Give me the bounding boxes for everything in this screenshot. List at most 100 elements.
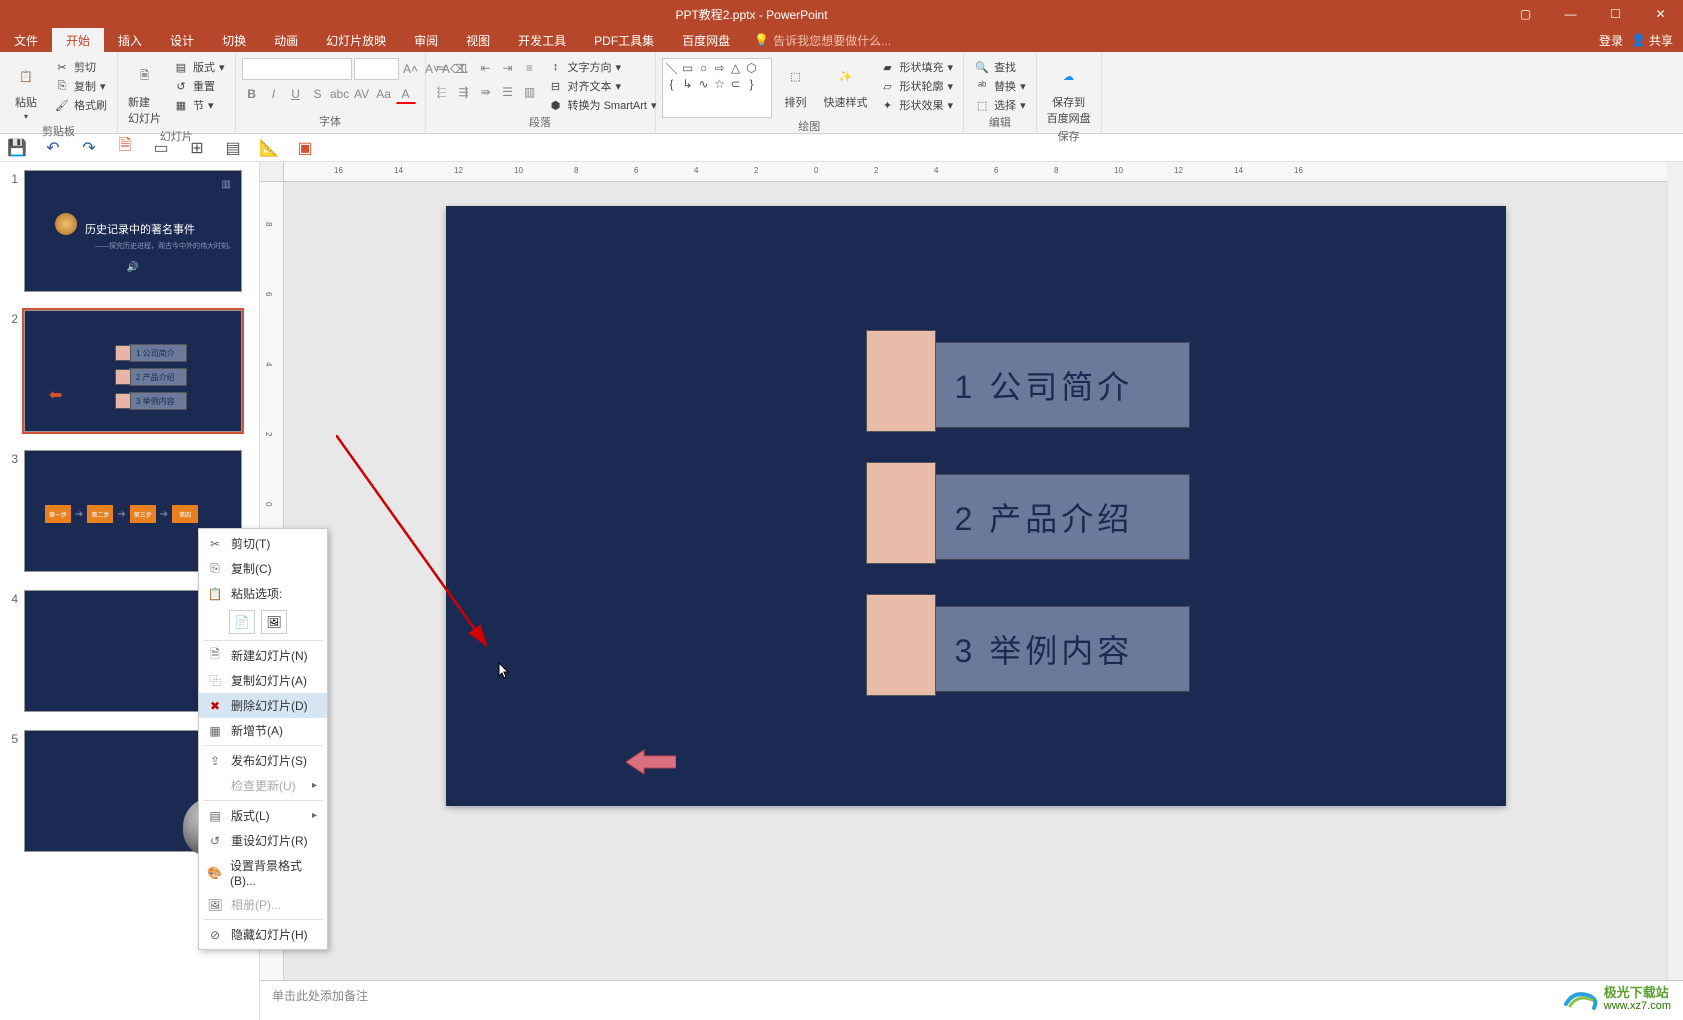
ribbon-display-options[interactable]: ▢ xyxy=(1503,0,1548,28)
tab-review[interactable]: 审阅 xyxy=(400,28,452,52)
slide-canvas[interactable]: 1 公司简介 2 产品介绍 3 举例内容 xyxy=(446,206,1506,806)
shape-line-icon[interactable]: ＼ xyxy=(665,61,679,75)
font-family-combo[interactable] xyxy=(242,58,352,80)
content-item-3[interactable]: 3 举例内容 xyxy=(930,606,1190,692)
qat-layout-button[interactable]: ▤ xyxy=(222,137,244,159)
shape-curve-icon[interactable]: ∿ xyxy=(697,77,711,91)
qat-preview-button[interactable]: ▭ xyxy=(150,137,172,159)
replace-button[interactable]: ᵃᵇ替换 ▾ xyxy=(970,77,1030,95)
section-button[interactable]: ▦节 ▾ xyxy=(169,96,229,114)
shape-outline-button[interactable]: ▱形状轮廓 ▾ xyxy=(876,77,958,95)
format-painter-button[interactable]: 🖌格式刷 xyxy=(50,96,111,114)
shape-arrow-icon[interactable]: ⇨ xyxy=(713,61,727,75)
find-button[interactable]: 🔍查找 xyxy=(970,58,1030,76)
cm-reset-slide[interactable]: ↺重设幻灯片(R) xyxy=(199,828,327,853)
cm-new-section[interactable]: ▦新增节(A) xyxy=(199,718,327,743)
bold-button[interactable]: B xyxy=(242,84,262,104)
bullets-button[interactable]: ≔ xyxy=(432,58,452,78)
tab-pdf[interactable]: PDF工具集 xyxy=(580,28,668,52)
align-center-button[interactable]: ⇶ xyxy=(454,82,474,102)
tab-home[interactable]: 开始 xyxy=(52,28,104,52)
strikethrough-button[interactable]: S xyxy=(308,84,328,104)
cm-cut[interactable]: ✂剪切(T) xyxy=(199,531,327,556)
qat-ruler-button[interactable]: 📐 xyxy=(258,137,280,159)
underline-button[interactable]: U xyxy=(286,84,306,104)
decorative-square[interactable] xyxy=(866,594,936,696)
share-button[interactable]: 👤 共享 xyxy=(1631,32,1673,49)
cm-delete-slide[interactable]: ✖删除幻灯片(D) xyxy=(199,693,327,718)
qat-play-button[interactable]: ▣ xyxy=(294,137,316,159)
text-direction-button[interactable]: ↕文字方向 ▾ xyxy=(544,58,661,76)
slide-canvas-area[interactable]: 1 公司简介 2 产品介绍 3 举例内容 xyxy=(284,182,1667,980)
shape-brace-icon[interactable]: { xyxy=(665,77,679,91)
align-left-button[interactable]: ⬱ xyxy=(432,82,452,102)
increase-indent-button[interactable]: ⇥ xyxy=(498,58,518,78)
save-to-baidu-button[interactable]: ☁ 保存到 百度网盘 xyxy=(1043,58,1095,128)
tab-animations[interactable]: 动画 xyxy=(260,28,312,52)
tab-design[interactable]: 设计 xyxy=(156,28,208,52)
justify-button[interactable]: ☰ xyxy=(498,82,518,102)
arrange-button[interactable]: ⬚ 排列 xyxy=(776,58,816,112)
shape-oval-icon[interactable]: ○ xyxy=(697,61,711,75)
paste-option-2[interactable]: 🖼 xyxy=(261,610,287,634)
vertical-scrollbar[interactable] xyxy=(1667,182,1683,980)
maximize-button[interactable]: ☐ xyxy=(1593,0,1638,28)
minimize-button[interactable]: — xyxy=(1548,0,1593,28)
content-item-1[interactable]: 1 公司简介 xyxy=(930,342,1190,428)
copy-button[interactable]: ⎘复制 ▾ xyxy=(50,77,111,95)
cm-hide-slide[interactable]: ⊘隐藏幻灯片(H) xyxy=(199,922,327,947)
columns-button[interactable]: ▥ xyxy=(520,82,540,102)
quick-styles-button[interactable]: ✨ 快速样式 xyxy=(820,58,872,112)
font-size-combo[interactable] xyxy=(354,58,399,80)
shapes-gallery[interactable]: ＼ ▭ ○ ⇨ △ ⬡ { ↳ ∿ ☆ ⊂ } xyxy=(662,58,772,118)
save-button[interactable]: 💾 xyxy=(6,137,28,159)
tab-transitions[interactable]: 切换 xyxy=(208,28,260,52)
line-spacing-button[interactable]: ≡ xyxy=(520,58,540,78)
content-item-2[interactable]: 2 产品介绍 xyxy=(930,474,1190,560)
cm-publish-slide[interactable]: ⇪发布幻灯片(S) xyxy=(199,748,327,773)
convert-smartart-button[interactable]: ⬢转换为 SmartArt ▾ xyxy=(544,96,661,114)
notes-pane[interactable]: 单击此处添加备注 xyxy=(260,980,1683,1020)
shape-hex-icon[interactable]: ⬡ xyxy=(745,61,759,75)
cm-copy[interactable]: ⎘复制(C) xyxy=(199,556,327,581)
tab-insert[interactable]: 插入 xyxy=(104,28,156,52)
close-button[interactable]: ✕ xyxy=(1638,0,1683,28)
qat-new-slide-button[interactable]: 🗎 xyxy=(114,137,136,159)
cut-button[interactable]: ✂剪切 xyxy=(50,58,111,76)
shape-star-icon[interactable]: ☆ xyxy=(713,77,727,91)
shape-callout-icon[interactable]: ⊂ xyxy=(729,77,743,91)
login-link[interactable]: 登录 xyxy=(1599,32,1623,49)
font-color-button[interactable]: A xyxy=(396,84,416,104)
select-button[interactable]: ⬚选择 ▾ xyxy=(970,96,1030,114)
italic-button[interactable]: I xyxy=(264,84,284,104)
char-spacing-button[interactable]: AV xyxy=(352,84,372,104)
align-right-button[interactable]: ⇛ xyxy=(476,82,496,102)
slide-thumb-2[interactable]: 2 1 公司简介 2 产品介绍 3 举例内容 ⬅ xyxy=(4,310,255,432)
qat-table-button[interactable]: ⊞ xyxy=(186,137,208,159)
tell-me-search[interactable]: 💡 告诉我您想要做什么... xyxy=(754,28,891,52)
tab-developer[interactable]: 开发工具 xyxy=(504,28,580,52)
paste-button[interactable]: 📋 粘贴 ▾ xyxy=(6,58,46,123)
layout-button[interactable]: ▤版式 ▾ xyxy=(169,58,229,76)
decrease-indent-button[interactable]: ⇤ xyxy=(476,58,496,78)
numbering-button[interactable]: ⒈ xyxy=(454,58,474,78)
decorative-square[interactable] xyxy=(866,330,936,432)
align-text-button[interactable]: ⊟对齐文本 ▾ xyxy=(544,77,661,95)
shape-bracket-icon[interactable]: } xyxy=(745,77,759,91)
shadow-button[interactable]: abc xyxy=(330,84,350,104)
decorative-square[interactable] xyxy=(866,462,936,564)
slide-thumb-1[interactable]: 1 历史记录中的著名事件 ——探究历史进程，观古今中外的伟大时刻。 🔊 ▥ xyxy=(4,170,255,292)
tab-baidu[interactable]: 百度网盘 xyxy=(668,28,744,52)
horizontal-ruler[interactable]: 161412 1086 420 246 81012 1416 xyxy=(284,162,1667,182)
shape-connector-icon[interactable]: ↳ xyxy=(681,77,695,91)
paste-option-1[interactable]: 📄 xyxy=(229,610,255,634)
change-case-button[interactable]: Aa xyxy=(374,84,394,104)
shape-effects-button[interactable]: ✦形状效果 ▾ xyxy=(876,96,958,114)
undo-button[interactable]: ↶ xyxy=(42,137,64,159)
shape-fill-button[interactable]: ▰形状填充 ▾ xyxy=(876,58,958,76)
tab-view[interactable]: 视图 xyxy=(452,28,504,52)
reset-button[interactable]: ↺重置 xyxy=(169,77,229,95)
redo-button[interactable]: ↷ xyxy=(78,137,100,159)
increase-font-icon[interactable]: A˄ xyxy=(401,59,421,79)
cm-duplicate-slide[interactable]: ⿻复制幻灯片(A) xyxy=(199,668,327,693)
